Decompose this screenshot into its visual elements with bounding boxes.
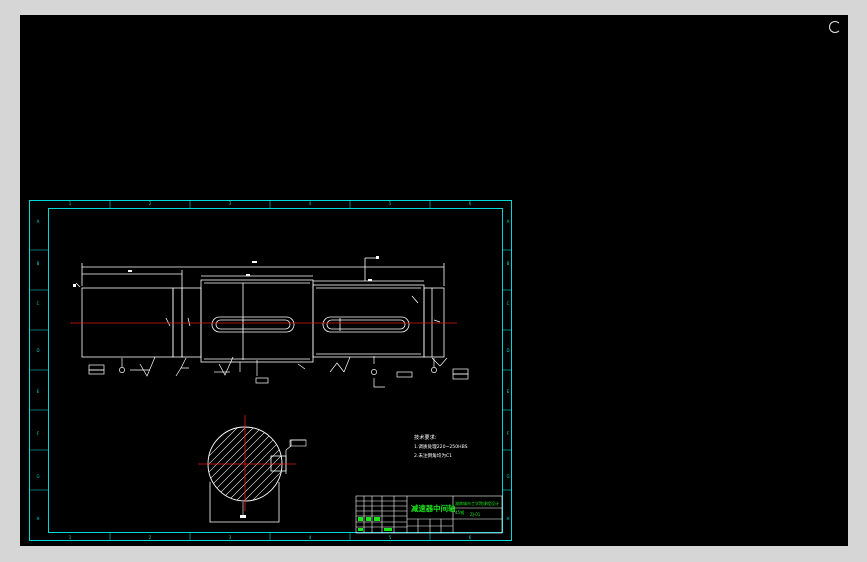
zone-label: 6 <box>469 201 472 206</box>
roughness-annotations <box>88 356 469 388</box>
zone-label: E <box>507 389 510 394</box>
zone-label: D <box>506 348 509 353</box>
tech-req-heading: 技术要求: <box>414 433 437 441</box>
zone-label: 1 <box>69 535 72 540</box>
zone-label: A <box>507 219 510 224</box>
title-block-material: 45钢 <box>455 509 464 515</box>
title-block-green-marks <box>358 517 392 531</box>
title-block-school: 湖南城市工学院课程设计 <box>455 500 499 506</box>
zone-label: F <box>507 431 510 436</box>
zone-label: C <box>507 301 510 306</box>
tech-req-item: 2.未注倒角均为C1 <box>414 452 452 459</box>
zone-label: G <box>36 474 39 479</box>
zone-label: A <box>37 219 40 224</box>
zone-label: H <box>506 516 509 521</box>
sheet-inner-frame <box>48 208 503 533</box>
zone-label: 5 <box>389 535 392 540</box>
zone-label: 4 <box>309 535 312 540</box>
title-block-drawing-no: ZJ-01 <box>470 512 481 517</box>
zone-label: D <box>36 348 39 353</box>
zone-label: 4 <box>309 201 312 206</box>
zone-label: 2 <box>149 535 152 540</box>
zone-label: F <box>37 431 40 436</box>
zone-label: C <box>37 301 40 306</box>
technical-requirements: 技术要求: 1.调质处理220~250HBS 2.未注倒角均为C1 <box>414 433 468 459</box>
tech-req-item: 1.调质处理220~250HBS <box>414 443 468 450</box>
zone-label: 2 <box>149 201 152 206</box>
shaft-drawing: 1 2 3 4 5 6 1 2 3 4 5 6 A B C D E F G H … <box>29 200 512 541</box>
sheet-outer-frame <box>29 200 512 541</box>
zone-label: E <box>37 389 40 394</box>
loading-spinner-icon <box>829 21 841 33</box>
zone-ticks <box>29 200 512 541</box>
zone-label: G <box>506 474 509 479</box>
zone-label: 3 <box>229 201 232 206</box>
zone-label: B <box>507 261 510 266</box>
cross-section-view <box>198 415 307 523</box>
zone-label: 6 <box>469 535 472 540</box>
zone-label: B <box>37 261 40 266</box>
zone-label: 3 <box>229 535 232 540</box>
zone-label: H <box>36 516 39 521</box>
dimension-stubs <box>73 256 379 287</box>
shaft-main-view <box>75 257 445 363</box>
title-block-part-name: 减速器中间轴 <box>411 504 456 513</box>
zone-label: 1 <box>69 201 72 206</box>
zone-label: 5 <box>389 201 392 206</box>
